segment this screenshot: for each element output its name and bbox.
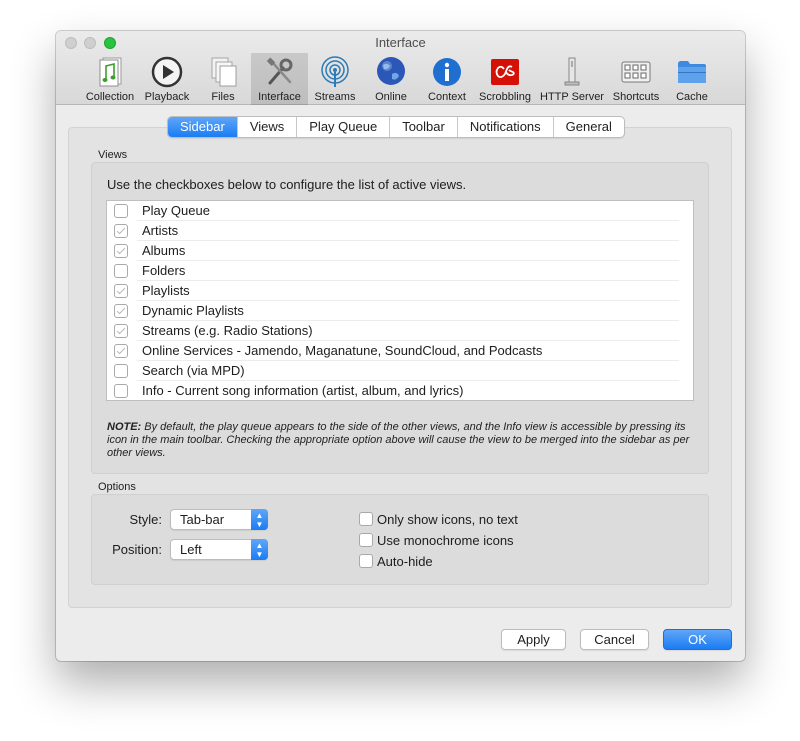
toolbar-label-interface: Interface bbox=[258, 91, 301, 103]
toolbar-item-online[interactable]: Online bbox=[366, 53, 416, 105]
apply-button[interactable]: Apply bbox=[501, 629, 566, 650]
ok-button[interactable]: OK bbox=[663, 629, 732, 650]
list-item-label: Online Services - Jamendo, Maganatune, S… bbox=[142, 343, 543, 358]
checkbox-playlists[interactable] bbox=[114, 284, 128, 298]
toolbar-item-playback[interactable]: Playback bbox=[141, 53, 193, 105]
position-label: Position: bbox=[112, 542, 162, 557]
list-item-label: Info - Current song information (artist,… bbox=[142, 383, 464, 398]
checkbox-play-queue[interactable] bbox=[114, 204, 128, 218]
note-prefix: NOTE: bbox=[107, 421, 142, 433]
checkbox-info[interactable] bbox=[114, 384, 128, 398]
toolbar-item-context[interactable]: Context bbox=[422, 53, 472, 105]
list-item-label: Artists bbox=[142, 223, 179, 238]
checkbox-artists[interactable] bbox=[114, 224, 128, 238]
tab-sidebar[interactable]: Sidebar bbox=[168, 117, 237, 137]
window-title: Interface bbox=[375, 35, 426, 50]
tab-bar: Sidebar Views Play Queue Toolbar Notific… bbox=[167, 116, 625, 138]
option-auto-hide-label: Auto-hide bbox=[377, 554, 433, 569]
list-item[interactable]: Online Services - Jamendo, Maganatune, S… bbox=[107, 341, 693, 361]
toolbar-label-collection: Collection bbox=[85, 91, 135, 103]
position-select[interactable]: Left ▲ ▼ bbox=[170, 539, 268, 560]
toolbar-label-cache: Cache bbox=[676, 91, 708, 103]
title-bar: Interface Collection Playback Files Inte… bbox=[56, 31, 745, 105]
list-item[interactable]: Play Queue bbox=[107, 201, 693, 221]
views-note: NOTE: By default, the play queue appears… bbox=[107, 421, 697, 460]
http-server-icon bbox=[564, 57, 580, 86]
toolbar-item-collection[interactable]: Collection bbox=[84, 53, 136, 105]
checkbox-icons-only[interactable] bbox=[359, 512, 373, 526]
toolbar-label-shortcuts: Shortcuts bbox=[612, 91, 660, 103]
select-arrows-icon: ▲ ▼ bbox=[251, 539, 268, 560]
toolbar-item-interface[interactable]: Interface bbox=[251, 53, 308, 105]
cancel-button[interactable]: Cancel bbox=[580, 629, 649, 650]
select-arrows-icon: ▲ ▼ bbox=[251, 509, 268, 530]
tab-views[interactable]: Views bbox=[236, 117, 296, 137]
tab-toolbar[interactable]: Toolbar bbox=[389, 117, 457, 137]
checkbox-online-services[interactable] bbox=[114, 344, 128, 358]
toolbar-label-streams: Streams bbox=[314, 91, 356, 103]
views-intro-text: Use the checkboxes below to configure th… bbox=[107, 177, 467, 192]
playback-icon bbox=[151, 56, 183, 88]
checkbox-search[interactable] bbox=[114, 364, 128, 378]
files-icon bbox=[211, 57, 237, 87]
option-icons-only-label: Only show icons, no text bbox=[377, 512, 518, 527]
tab-play-queue[interactable]: Play Queue bbox=[296, 117, 389, 137]
list-item-label: Folders bbox=[142, 263, 186, 278]
scrobbling-icon bbox=[491, 59, 519, 85]
toolbar-item-cache[interactable]: Cache bbox=[668, 53, 716, 105]
style-select[interactable]: Tab-bar ▲ ▼ bbox=[170, 509, 268, 530]
list-item[interactable]: Streams (e.g. Radio Stations) bbox=[107, 321, 693, 341]
checkbox-auto-hide[interactable] bbox=[359, 554, 373, 568]
checkbox-monochrome[interactable] bbox=[359, 533, 373, 547]
toolbar-item-files[interactable]: Files bbox=[199, 53, 247, 105]
shortcuts-icon bbox=[621, 61, 651, 83]
toolbar-label-playback: Playback bbox=[144, 91, 190, 103]
style-label: Style: bbox=[129, 512, 162, 527]
preferences-window: Interface Collection Playback Files Inte… bbox=[56, 31, 745, 661]
list-item-label: Search (via MPD) bbox=[142, 363, 245, 378]
toolbar-item-scrobbling[interactable]: Scrobbling bbox=[477, 53, 533, 105]
list-item-label: Playlists bbox=[142, 283, 190, 298]
streams-icon bbox=[321, 56, 349, 87]
options-group-label: Options bbox=[98, 481, 136, 493]
toolbar-item-streams[interactable]: Streams bbox=[310, 53, 360, 105]
list-item[interactable]: Dynamic Playlists bbox=[107, 301, 693, 321]
list-item-label: Albums bbox=[142, 243, 186, 258]
list-item-label: Streams (e.g. Radio Stations) bbox=[142, 323, 313, 338]
preferences-toolbar: Collection Playback Files Interface Stre… bbox=[56, 53, 745, 105]
toolbar-label-context: Context bbox=[428, 91, 466, 103]
toolbar-label-files: Files bbox=[211, 91, 235, 103]
list-item[interactable]: Playlists bbox=[107, 281, 693, 301]
checkbox-folders[interactable] bbox=[114, 264, 128, 278]
option-monochrome-label: Use monochrome icons bbox=[377, 533, 514, 548]
online-icon bbox=[377, 57, 405, 85]
checkbox-albums[interactable] bbox=[114, 244, 128, 258]
views-group-label: Views bbox=[98, 149, 128, 161]
tab-notifications[interactable]: Notifications bbox=[456, 117, 553, 137]
checkbox-dynamic-playlists[interactable] bbox=[114, 304, 128, 318]
interface-icon bbox=[266, 57, 292, 85]
style-select-value: Tab-bar bbox=[180, 512, 225, 527]
collection-icon bbox=[99, 57, 122, 87]
tab-general[interactable]: General bbox=[552, 117, 624, 137]
context-icon bbox=[433, 58, 461, 86]
position-select-value: Left bbox=[180, 542, 202, 557]
toolbar-label-scrobbling: Scrobbling bbox=[479, 91, 531, 103]
toolbar-label-online: Online bbox=[375, 91, 407, 103]
list-item[interactable]: Artists bbox=[107, 221, 693, 241]
toolbar-label-http-server: HTTP Server bbox=[540, 91, 604, 103]
list-item[interactable]: Search (via MPD) bbox=[107, 361, 693, 381]
note-text: By default, the play queue appears to th… bbox=[107, 421, 690, 459]
views-list: Play Queue Artists Albums Folders Playli… bbox=[106, 200, 694, 401]
toolbar-item-http-server[interactable]: HTTP Server bbox=[539, 53, 605, 105]
toolbar-item-shortcuts[interactable]: Shortcuts bbox=[609, 53, 663, 105]
cache-icon bbox=[678, 61, 706, 83]
list-item[interactable]: Folders bbox=[107, 261, 693, 281]
list-item-label: Play Queue bbox=[142, 203, 210, 218]
list-item[interactable]: Info - Current song information (artist,… bbox=[107, 381, 693, 401]
checkbox-streams[interactable] bbox=[114, 324, 128, 338]
list-item[interactable]: Albums bbox=[107, 241, 693, 261]
list-item-label: Dynamic Playlists bbox=[142, 303, 244, 318]
